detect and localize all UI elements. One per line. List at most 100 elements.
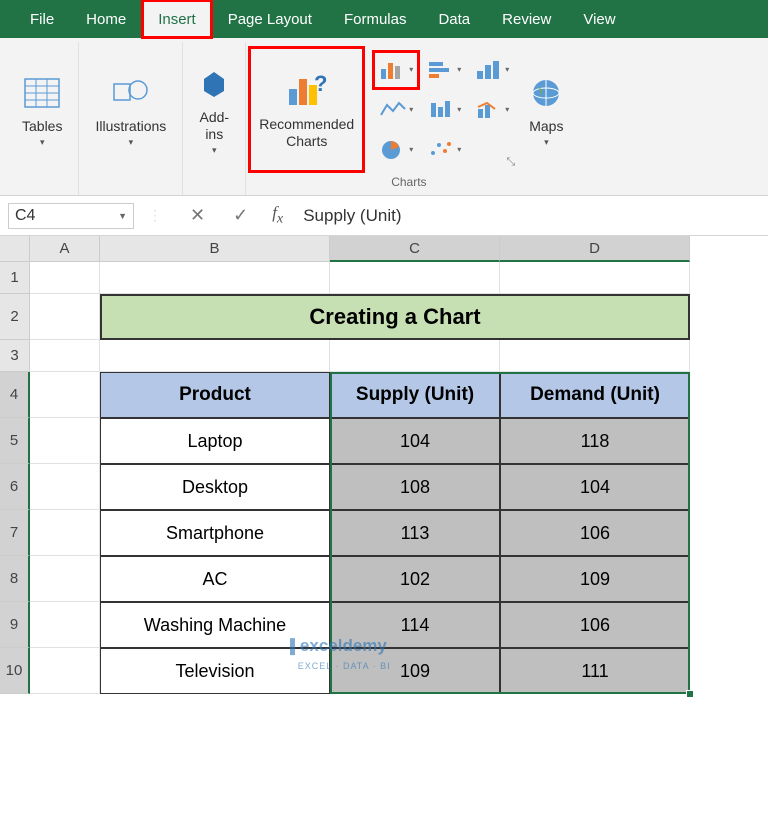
cell[interactable] <box>30 648 100 694</box>
cell[interactable] <box>30 262 100 294</box>
svg-text:?: ? <box>314 73 327 96</box>
illustrations-label: Illustrations <box>95 118 166 135</box>
column-chart-button[interactable]: ▾ <box>373 51 419 89</box>
enter-formula-button[interactable]: ✓ <box>219 205 262 226</box>
cell[interactable] <box>30 418 100 464</box>
chevron-down-icon: ▾ <box>544 137 549 148</box>
supply-cell[interactable]: 108 <box>330 464 500 510</box>
group-charts: ? Recommended Charts ▾ ▾ ▾ ▾ ▾ ▾ ▾ ▾ ⤡ M… <box>246 42 575 195</box>
row-4: 4 Product Supply (Unit) Demand (Unit) <box>0 372 768 418</box>
row-2: 2 Creating a Chart <box>0 294 768 340</box>
tables-button[interactable]: Tables ▾ <box>14 46 70 173</box>
row-8: 8 AC 102 109 <box>0 556 768 602</box>
globe-icon <box>529 72 563 114</box>
row-header-6[interactable]: 6 <box>0 464 30 510</box>
row-header-5[interactable]: 5 <box>0 418 30 464</box>
cell[interactable] <box>330 340 500 372</box>
product-cell[interactable]: Smartphone <box>100 510 330 556</box>
cell[interactable] <box>100 340 330 372</box>
chevron-down-icon: ▾ <box>212 145 217 156</box>
row-header-8[interactable]: 8 <box>0 556 30 602</box>
cell[interactable] <box>30 294 100 340</box>
row-header-1[interactable]: 1 <box>0 262 30 294</box>
formula-input[interactable] <box>293 202 760 230</box>
cell[interactable] <box>30 556 100 602</box>
line-chart-button[interactable]: ▾ <box>373 91 419 129</box>
spreadsheet-grid: A B C D 1 2 Creating a Chart 3 4 Product… <box>0 236 768 694</box>
cell[interactable] <box>500 340 690 372</box>
tab-data[interactable]: Data <box>422 0 486 38</box>
chevron-down-icon: ▾ <box>40 137 45 148</box>
recommended-charts-button[interactable]: ? Recommended Charts <box>248 46 365 173</box>
cell[interactable] <box>30 602 100 648</box>
col-header-b[interactable]: B <box>100 236 330 262</box>
tab-page-layout[interactable]: Page Layout <box>212 0 328 38</box>
supply-cell[interactable]: 113 <box>330 510 500 556</box>
header-demand[interactable]: Demand (Unit) <box>500 372 690 418</box>
table-icon <box>24 72 60 114</box>
ribbon-body: Tables ▾ Illustrations ▾ Add- ins <box>0 38 768 196</box>
header-product[interactable]: Product <box>100 372 330 418</box>
product-cell[interactable]: AC <box>100 556 330 602</box>
demand-cell[interactable]: 109 <box>500 556 690 602</box>
illustrations-button[interactable]: Illustrations ▾ <box>87 46 174 173</box>
cell[interactable] <box>330 262 500 294</box>
chevron-down-icon: ▼ <box>118 211 127 221</box>
row-header-7[interactable]: 7 <box>0 510 30 556</box>
cell[interactable] <box>30 372 100 418</box>
title-cell[interactable]: Creating a Chart <box>100 294 690 340</box>
row-1: 1 <box>0 262 768 294</box>
tab-file[interactable]: File <box>14 0 70 38</box>
col-header-a[interactable]: A <box>30 236 100 262</box>
demand-cell[interactable]: 111 <box>500 648 690 694</box>
fx-icon[interactable]: fx <box>262 203 293 227</box>
supply-cell[interactable]: 102 <box>330 556 500 602</box>
cell[interactable] <box>30 464 100 510</box>
cell[interactable] <box>100 262 330 294</box>
maps-label: Maps <box>529 118 563 135</box>
cell[interactable] <box>30 340 100 372</box>
addins-button[interactable]: Add- ins ▾ <box>191 46 237 173</box>
row-header-2[interactable]: 2 <box>0 294 30 340</box>
watermark: ▌exceldemy EXCEL · DATA · BI <box>290 636 391 672</box>
cell[interactable] <box>500 262 690 294</box>
fill-handle[interactable] <box>686 690 694 698</box>
supply-cell[interactable]: 104 <box>330 418 500 464</box>
demand-cell[interactable]: 104 <box>500 464 690 510</box>
cell[interactable] <box>30 510 100 556</box>
row-header-10[interactable]: 10 <box>0 648 30 694</box>
row-header-3[interactable]: 3 <box>0 340 30 372</box>
combo-chart-button[interactable]: ▾ <box>469 91 515 129</box>
bar-chart-button[interactable]: ▾ <box>421 51 467 89</box>
product-cell[interactable]: Desktop <box>100 464 330 510</box>
pie-chart-button[interactable]: ▾ <box>373 131 419 169</box>
demand-cell[interactable]: 106 <box>500 602 690 648</box>
tab-formulas[interactable]: Formulas <box>328 0 423 38</box>
shapes-icon <box>112 72 150 114</box>
row-header-4[interactable]: 4 <box>0 372 30 418</box>
select-all-corner[interactable] <box>0 236 30 262</box>
col-header-d[interactable]: D <box>500 236 690 262</box>
scatter-chart-button[interactable]: ▾ <box>421 131 467 169</box>
name-box[interactable]: C4 ▼ <box>8 203 134 229</box>
row-header-9[interactable]: 9 <box>0 602 30 648</box>
recommended-charts-icon: ? <box>286 70 328 112</box>
charts-dialog-launcher[interactable]: ⤡ <box>469 131 515 169</box>
tab-insert[interactable]: Insert <box>142 0 212 38</box>
tab-home[interactable]: Home <box>70 0 142 38</box>
addins-label: Add- ins <box>199 109 229 143</box>
header-supply[interactable]: Supply (Unit) <box>330 372 500 418</box>
charts-group-label: Charts <box>391 173 426 193</box>
cancel-formula-button[interactable]: ✕ <box>176 205 219 226</box>
demand-cell[interactable]: 106 <box>500 510 690 556</box>
tab-view[interactable]: View <box>567 0 631 38</box>
demand-cell[interactable]: 118 <box>500 418 690 464</box>
statistic-chart-button[interactable]: ▾ <box>421 91 467 129</box>
formula-bar: C4 ▼ ⋮ ✕ ✓ fx <box>0 196 768 236</box>
hierarchy-chart-button[interactable]: ▾ <box>469 51 515 89</box>
maps-button[interactable]: Maps ▾ <box>521 46 571 173</box>
tab-review[interactable]: Review <box>486 0 567 38</box>
addin-icon <box>199 63 229 105</box>
product-cell[interactable]: Laptop <box>100 418 330 464</box>
col-header-c[interactable]: C <box>330 236 500 262</box>
